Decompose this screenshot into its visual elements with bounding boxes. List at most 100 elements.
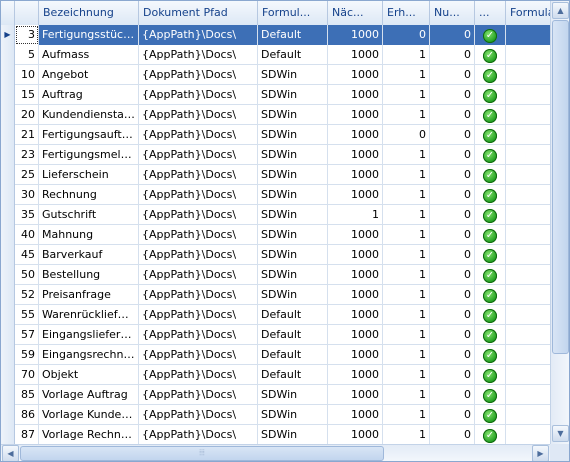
id-header[interactable] [15,1,39,25]
dokument-pfad-cell[interactable]: {AppPath}\Docs\ [139,205,258,225]
dokument-pfad-cell[interactable]: {AppPath}\Docs\ [139,125,258,145]
erhoehung-cell[interactable]: 1 [383,305,430,325]
id-cell[interactable]: 55 [15,305,39,325]
id-cell[interactable]: 23 [15,145,39,165]
aktiv-cell[interactable]: ✓ [475,45,506,65]
bezeichnung-cell[interactable]: Eingangsrechnung [39,345,139,365]
aktiv-header[interactable]: ... [475,1,506,25]
naechste-nummer-cell[interactable]: 1000 [328,365,383,385]
aktiv-cell[interactable]: ✓ [475,225,506,245]
nummer-cell[interactable]: 0 [430,305,475,325]
table-row[interactable]: 15 Auftrag {AppPath}\Docs\ SDWin 1000 1 0 ✓ [1,85,566,105]
aktiv-cell[interactable]: ✓ [475,105,506,125]
naechste-nummer-cell[interactable]: 1 [328,205,383,225]
aktiv-cell[interactable]: ✓ [475,165,506,185]
erhoehung-cell[interactable]: 1 [383,285,430,305]
erhoehung-cell[interactable]: 1 [383,245,430,265]
erhoehung-cell[interactable]: 1 [383,345,430,365]
formular-cell[interactable]: SDWin [258,425,328,445]
nummer-cell[interactable]: 0 [430,285,475,305]
formular-cell[interactable]: SDWin [258,405,328,425]
bezeichnung-cell[interactable]: Eingangsliefersc... [39,325,139,345]
table-row[interactable]: 59 Eingangsrechnung {AppPath}\Docs\ Default… [1,345,566,365]
scroll-down-icon[interactable]: ▼ [552,425,569,442]
naechste-nummer-cell[interactable]: 1000 [328,65,383,85]
nummer-cell[interactable]: 0 [430,105,475,125]
erhoehung-cell[interactable]: 1 [383,325,430,345]
aktiv-cell[interactable]: ✓ [475,265,506,285]
table-row[interactable]: 35 Gutschrift {AppPath}\Docs\ SDWin 1 1 0 ✓ [1,205,566,225]
dokument-pfad-cell[interactable]: {AppPath}\Docs\ [139,385,258,405]
bezeichnung-cell[interactable]: Vorlage Rechnung [39,425,139,445]
naechste-nummer-cell[interactable]: 1000 [328,85,383,105]
erhoehung-header[interactable]: Erh... [383,1,430,25]
row-indicator[interactable] [1,205,15,225]
id-cell[interactable]: 10 [15,65,39,85]
naechste-nummer-cell[interactable]: 1000 [328,145,383,165]
dokument-pfad-cell[interactable]: {AppPath}\Docs\ [139,165,258,185]
aktiv-cell[interactable]: ✓ [475,85,506,105]
dokument-pfad-cell[interactable]: {AppPath}\Docs\ [139,105,258,125]
horizontal-scroll-thumb[interactable]: ⦙⦙⦙ [20,446,384,461]
naechste-nummer-cell[interactable]: 1000 [328,185,383,205]
aktiv-cell[interactable]: ✓ [475,125,506,145]
aktiv-cell[interactable]: ✓ [475,325,506,345]
row-indicator[interactable] [1,65,15,85]
table-row[interactable]: 70 Objekt {AppPath}\Docs\ Default 1000 1 0 ✓ [1,365,566,385]
aktiv-cell[interactable]: ✓ [475,305,506,325]
formular-cell[interactable]: SDWin [258,105,328,125]
bezeichnung-cell[interactable]: Vorlage Kundend... [39,405,139,425]
nummer-cell[interactable]: 0 [430,365,475,385]
dokument-pfad-cell[interactable]: {AppPath}\Docs\ [139,405,258,425]
erhoehung-cell[interactable]: 1 [383,365,430,385]
table-row[interactable]: 23 Fertigungsmeldung {AppPath}\Docs\ SDWin 1… [1,145,566,165]
table-row[interactable]: 86 Vorlage Kundend... {AppPath}\Docs\ SDWin… [1,405,566,425]
aktiv-cell[interactable]: ✓ [475,345,506,365]
bezeichnung-cell[interactable]: Vorlage Auftrag [39,385,139,405]
naechste-nummer-cell[interactable]: 1000 [328,45,383,65]
row-indicator[interactable] [1,265,15,285]
row-indicator[interactable] [1,45,15,65]
erhoehung-cell[interactable]: 0 [383,25,430,45]
table-row[interactable]: 21 Fertigungsauftrag {AppPath}\Docs\ SDWin 1… [1,125,566,145]
nummer-cell[interactable]: 0 [430,125,475,145]
row-indicator[interactable] [1,425,15,445]
nummer-cell[interactable]: 0 [430,25,475,45]
dokument-pfad-cell[interactable]: {AppPath}\Docs\ [139,365,258,385]
bezeichnung-cell[interactable]: Fertigungsauftrag [39,125,139,145]
nummer-cell[interactable]: 0 [430,345,475,365]
dokument-pfad-cell[interactable]: {AppPath}\Docs\ [139,265,258,285]
aktiv-cell[interactable]: ✓ [475,285,506,305]
id-cell[interactable]: 40 [15,225,39,245]
bezeichnung-cell[interactable]: Fertigungsstückli... [39,25,139,45]
row-indicator[interactable] [1,385,15,405]
erhoehung-cell[interactable]: 1 [383,105,430,125]
row-indicator[interactable] [1,125,15,145]
formular-cell[interactable]: SDWin [258,225,328,245]
naechste-nummer-cell[interactable]: 1000 [328,105,383,125]
row-indicator[interactable] [1,305,15,325]
scroll-up-icon[interactable]: ▲ [552,2,569,19]
formular-cell[interactable]: Default [258,325,328,345]
bezeichnung-cell[interactable]: Preisanfrage [39,285,139,305]
table-row[interactable]: 85 Vorlage Auftrag {AppPath}\Docs\ SDWin 100… [1,385,566,405]
table-row[interactable]: 40 Mahnung {AppPath}\Docs\ SDWin 1000 1 0 ✓ [1,225,566,245]
nummer-cell[interactable]: 0 [430,205,475,225]
naechste-nummer-cell[interactable]: 1000 [328,265,383,285]
id-cell[interactable]: 5 [15,45,39,65]
id-cell[interactable]: 52 [15,285,39,305]
row-indicator[interactable] [1,105,15,125]
formular-cell[interactable]: Default [258,365,328,385]
formular-cell[interactable]: Default [258,305,328,325]
bezeichnung-cell[interactable]: Lieferschein [39,165,139,185]
formular-cell[interactable]: SDWin [258,165,328,185]
table-row[interactable]: 52 Preisanfrage {AppPath}\Docs\ SDWin 1000 1 0… [1,285,566,305]
table-row[interactable]: 25 Lieferschein {AppPath}\Docs\ SDWin 1000 1 0… [1,165,566,185]
id-cell[interactable]: 45 [15,245,39,265]
erhoehung-cell[interactable]: 1 [383,145,430,165]
bezeichnung-cell[interactable]: Mahnung [39,225,139,245]
naechste-nummer-cell[interactable]: 1000 [328,245,383,265]
row-indicator[interactable] [1,85,15,105]
row-indicator[interactable] [1,145,15,165]
naechste-nummer-cell[interactable]: 1000 [328,385,383,405]
